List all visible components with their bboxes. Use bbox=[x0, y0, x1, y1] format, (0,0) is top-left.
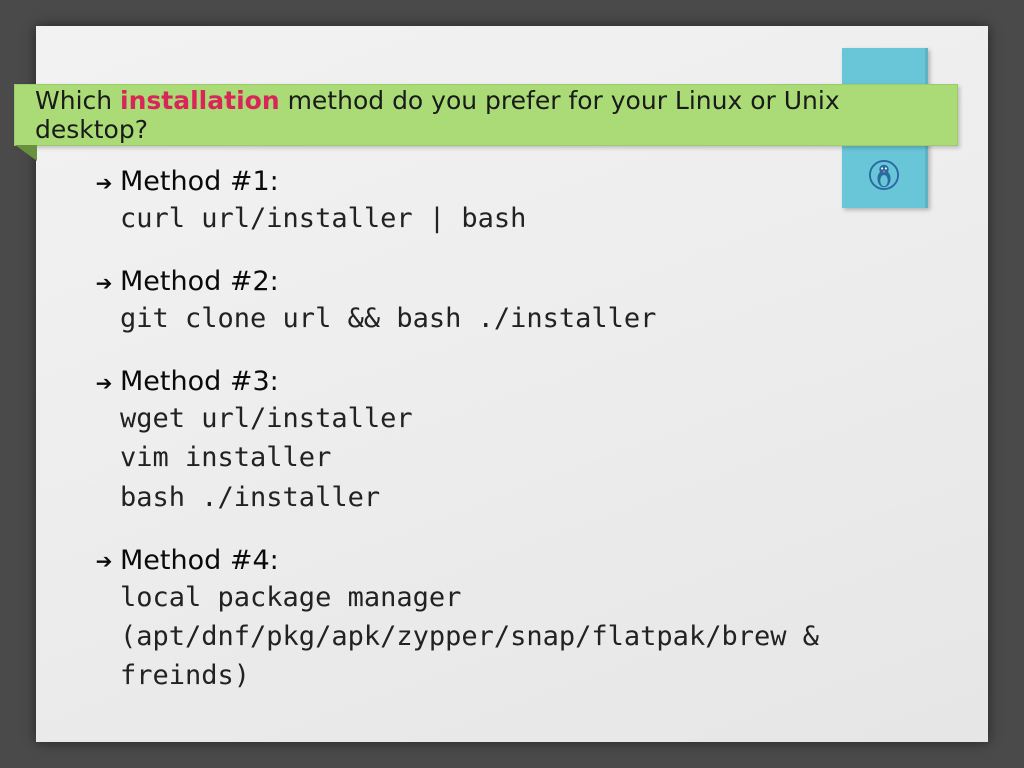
method-code: git clone url && bash ./installer bbox=[94, 299, 948, 338]
slide-content: ➔ Method #1: curl url/installer | bash ➔… bbox=[94, 166, 948, 723]
slide-title: Which installation method do you prefer … bbox=[35, 86, 957, 144]
arrow-icon: ➔ bbox=[94, 273, 114, 293]
method-code: local package manager (apt/dnf/pkg/apk/z… bbox=[94, 578, 948, 695]
arrow-icon: ➔ bbox=[94, 173, 114, 193]
method-code: wget url/installer vim installer bash ./… bbox=[94, 399, 948, 516]
arrow-icon: ➔ bbox=[94, 551, 114, 571]
title-highlight: installation bbox=[120, 86, 280, 115]
title-banner: Which installation method do you prefer … bbox=[14, 84, 958, 146]
arrow-icon: ➔ bbox=[94, 373, 114, 393]
method-label: Method #2: bbox=[120, 266, 279, 297]
method-item: ➔ Method #3: wget url/installer vim inst… bbox=[94, 366, 948, 516]
method-heading: ➔ Method #2: bbox=[94, 266, 948, 297]
method-item: ➔ Method #1: curl url/installer | bash bbox=[94, 166, 948, 238]
title-before: Which bbox=[35, 86, 120, 115]
slide-card: Which installation method do you prefer … bbox=[36, 26, 988, 742]
method-heading: ➔ Method #4: bbox=[94, 545, 948, 576]
method-label: Method #3: bbox=[120, 366, 279, 397]
method-heading: ➔ Method #1: bbox=[94, 166, 948, 197]
method-label: Method #1: bbox=[120, 166, 279, 197]
method-item: ➔ Method #2: git clone url && bash ./ins… bbox=[94, 266, 948, 338]
method-code: curl url/installer | bash bbox=[94, 199, 948, 238]
method-item: ➔ Method #4: local package manager (apt/… bbox=[94, 545, 948, 695]
method-label: Method #4: bbox=[120, 545, 279, 576]
method-heading: ➔ Method #3: bbox=[94, 366, 948, 397]
